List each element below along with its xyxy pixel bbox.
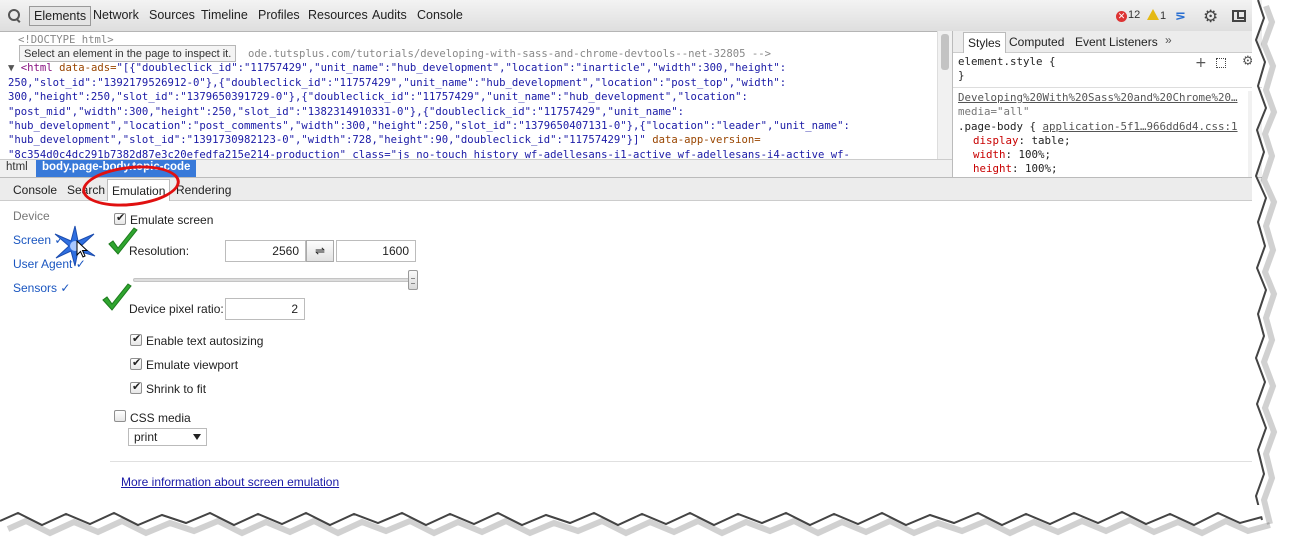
dom-attr-value: 250,"slot_id":"1392179526912-0"},{"doubl… xyxy=(8,77,787,89)
css-property-name: height xyxy=(973,162,1013,175)
dock-icon[interactable] xyxy=(1232,10,1246,22)
css-media-select[interactable]: print xyxy=(128,428,207,446)
devtools-window: Elements Network Sources Timeline Profil… xyxy=(0,0,1262,520)
css-media-label: CSS media xyxy=(130,411,191,425)
dom-attr-value: 300,"height":250,"slot_id":"137965039172… xyxy=(8,91,748,103)
checkmark-icon xyxy=(102,283,132,311)
css-property[interactable]: height: 100%; xyxy=(973,162,1058,176)
css-property[interactable]: width: 100%; xyxy=(973,148,1051,162)
drawer-tabbar: Console Search Emulation Rendering xyxy=(0,177,1262,201)
mouse-cursor-icon xyxy=(76,240,88,258)
dom-attr-line: "hub_development","slot_id":"13917309821… xyxy=(8,133,761,147)
swap-dimensions-button[interactable]: ⇌ xyxy=(306,240,334,262)
element-state-icon[interactable] xyxy=(1216,58,1226,68)
tab-audits[interactable]: Audits xyxy=(372,8,407,22)
emulate-screen-label: Emulate screen xyxy=(130,213,214,227)
warning-icon xyxy=(1147,9,1159,20)
warning-count-label: 1 xyxy=(1160,10,1167,22)
media-query: media="all" xyxy=(958,105,1030,118)
error-icon: ✕ xyxy=(1116,11,1127,22)
dom-comment[interactable]: ode.tutsplus.com/tutorials/developing-wi… xyxy=(248,47,771,61)
rule-source-link[interactable]: application-5f1…966dd6d4.css:1 xyxy=(1043,120,1238,133)
resolution-height-input[interactable]: 1600 xyxy=(336,240,416,262)
device-pixel-ratio-label: Device pixel ratio: xyxy=(129,302,224,316)
sidebar-item-sensors[interactable]: Sensors ✓ xyxy=(13,281,70,295)
tab-computed[interactable]: Computed xyxy=(1009,35,1064,49)
search-icon[interactable] xyxy=(8,9,22,23)
warning-count[interactable]: 1 xyxy=(1147,9,1166,22)
rule-selector: .page-body { xyxy=(958,120,1037,133)
emulate-screen-checkbox[interactable] xyxy=(114,211,126,225)
drawer-tab-rendering[interactable]: Rendering xyxy=(176,183,231,197)
resolution-slider-track[interactable] xyxy=(133,278,413,282)
more-tabs-icon[interactable]: » xyxy=(1165,33,1172,47)
tab-elements[interactable]: Elements xyxy=(29,6,92,26)
shrink-to-fit-checkbox[interactable] xyxy=(130,380,142,394)
tab-resources[interactable]: Resources xyxy=(308,8,368,22)
drawer-tab-console[interactable]: Console xyxy=(13,183,57,197)
dom-html-node[interactable]: ▼ <html data-ads="[{"doubleclick_id":"11… xyxy=(8,61,786,75)
section-divider xyxy=(110,461,1260,462)
click-burst-icon xyxy=(54,225,96,267)
dom-attr-value: "post_mid","width":300,"height":250,"slo… xyxy=(8,106,685,118)
dom-attr-value: "8c354d0c4dc291b7382d87e3c20efedfa215e21… xyxy=(8,149,850,159)
breadcrumb-html[interactable]: html xyxy=(6,161,28,173)
dom-attr-value: "hub_development","slot_id":"13917309821… xyxy=(8,134,646,146)
stylesheet-link[interactable]: Developing%20With%20Sass%20and%20Chrome%… xyxy=(958,91,1238,105)
styles-pane: Styles Computed Event Listeners » elemen… xyxy=(952,31,1262,177)
css-property[interactable]: display: table; xyxy=(973,134,1071,148)
torn-edge-right xyxy=(1252,0,1278,540)
checkmark-icon xyxy=(108,227,138,255)
emulation-screen-panel: Emulate screen Resolution: 2560 ⇌ 1600 D… xyxy=(110,201,1260,520)
dom-attr-value: "hub_development","location":"post_comme… xyxy=(8,120,850,132)
show-drawer-icon[interactable]: ⋝ xyxy=(1175,9,1186,24)
tab-timeline[interactable]: Timeline xyxy=(201,8,248,22)
element-style-close: } xyxy=(958,69,965,82)
resolution-slider-thumb[interactable] xyxy=(408,270,418,290)
css-property-value: 100%; xyxy=(1018,148,1052,161)
chevron-down-icon xyxy=(193,434,201,440)
tab-styles[interactable]: Styles xyxy=(963,32,1006,53)
tab-event-listeners[interactable]: Event Listeners xyxy=(1075,35,1158,49)
text-autosizing-checkbox[interactable] xyxy=(130,332,142,346)
inspect-tooltip: Select an element in the page to inspect… xyxy=(19,45,237,62)
rule-divider xyxy=(953,87,1262,88)
text-autosizing-label: Enable text autosizing xyxy=(146,334,264,348)
sidebar-item-device[interactable]: Device xyxy=(13,209,50,223)
element-style-selector: element.style { xyxy=(958,55,1056,68)
devtools-toolbar: Elements Network Sources Timeline Profil… xyxy=(0,0,1262,32)
error-count-label: 12 xyxy=(1128,9,1141,21)
tab-profiles[interactable]: Profiles xyxy=(258,8,300,22)
emulate-viewport-checkbox[interactable] xyxy=(130,356,142,370)
css-property-name: width xyxy=(973,148,1006,161)
tab-console[interactable]: Console xyxy=(417,8,463,22)
dom-scrollbar[interactable] xyxy=(937,31,952,159)
more-info-link[interactable]: More information about screen emulation xyxy=(121,475,339,489)
rule-header: .page-body { application-5f1…966dd6d4.cs… xyxy=(958,120,1238,134)
css-media-checkbox[interactable] xyxy=(114,410,126,422)
shrink-to-fit-label: Shrink to fit xyxy=(146,382,207,396)
dom-attr-name: data-ads= xyxy=(59,62,117,74)
css-media-value: print xyxy=(134,430,158,444)
error-count[interactable]: ✕ 12 xyxy=(1116,9,1140,22)
torn-edge-bottom xyxy=(0,505,1271,537)
device-pixel-ratio-input[interactable]: 2 xyxy=(225,298,305,320)
dom-tag: <html xyxy=(20,62,53,74)
tab-network[interactable]: Network xyxy=(93,8,139,22)
dom-attr-value: "[{"doubleclick_id":"11757429","unit_nam… xyxy=(116,62,787,74)
css-property-value: table; xyxy=(1031,134,1071,147)
styles-tabbar: Styles Computed Event Listeners » xyxy=(953,31,1262,53)
tab-sources[interactable]: Sources xyxy=(149,8,195,22)
resolution-width-input[interactable]: 2560 xyxy=(225,240,306,262)
gear-icon[interactable]: ⚙ xyxy=(1203,7,1218,27)
css-property-name: display xyxy=(973,134,1019,147)
add-rule-icon[interactable]: + xyxy=(1195,55,1207,71)
expand-triangle-icon[interactable]: ▼ xyxy=(8,62,14,74)
dom-attr-name: data-app-version= xyxy=(645,134,761,146)
dom-tree: <!DOCTYPE html> ode.tutsplus.com/tutoria… xyxy=(0,33,937,159)
emulate-viewport-label: Emulate viewport xyxy=(146,358,239,372)
css-property-value: 100%; xyxy=(1025,162,1058,175)
